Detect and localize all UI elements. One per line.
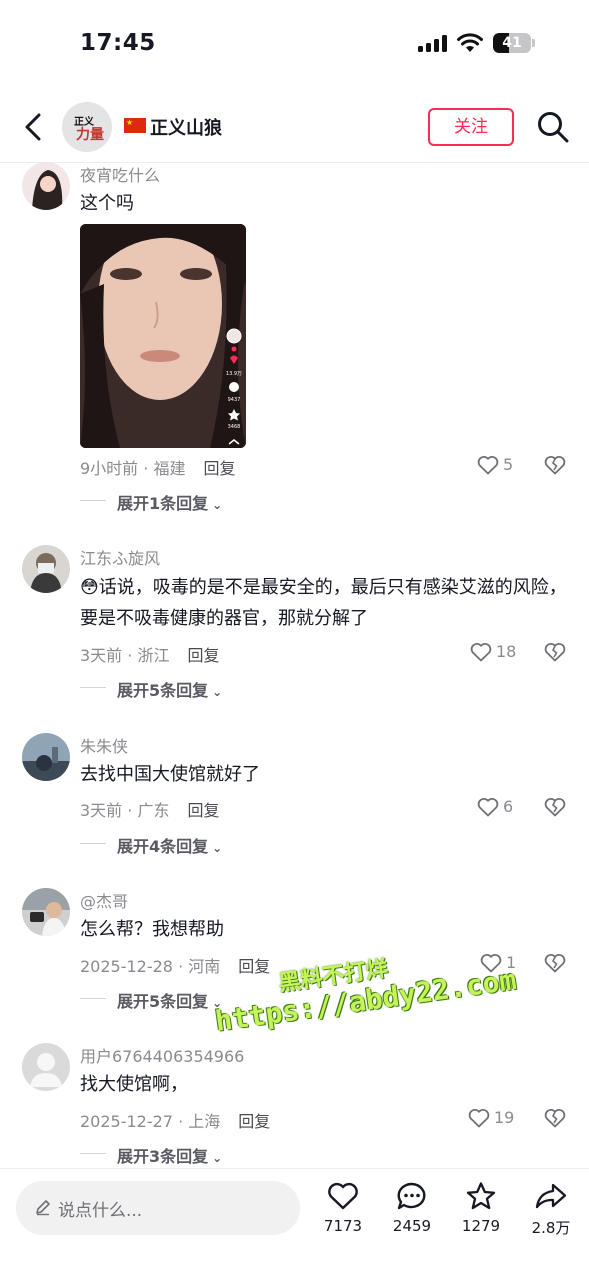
share-arrow-icon <box>535 1183 567 1209</box>
avatar[interactable] <box>22 733 70 781</box>
comment-button[interactable]: 2459 <box>382 1181 442 1261</box>
chevron-down-icon: ⌄ <box>212 498 223 512</box>
dislike-broken-heart-icon[interactable] <box>544 641 566 663</box>
avatar[interactable] <box>22 1043 70 1091</box>
comment-input[interactable]: 说点什么... <box>16 1181 300 1235</box>
expand-divider <box>80 500 106 501</box>
expand-replies-button[interactable]: 展开4条回复 ⌄ <box>117 833 222 857</box>
expand-replies-label: 展开4条回复 <box>117 837 209 856</box>
dislike-broken-heart-icon[interactable] <box>544 952 566 974</box>
expand-divider <box>80 998 106 999</box>
favorite-total: 1279 <box>461 1217 501 1235</box>
comment-meta: 2025-12-28 · 河南 回复 <box>80 953 270 977</box>
comment-username[interactable]: 朱朱侠 <box>80 733 128 757</box>
chevron-down-icon: ⌄ <box>212 841 223 855</box>
comment-total: 2459 <box>392 1217 432 1235</box>
status-bar: 17:45 41 <box>0 0 589 90</box>
comment-time-location: 2025-12-28 · 河南 <box>80 957 221 976</box>
expand-replies-button[interactable]: 展开3条回复 ⌄ <box>117 1143 222 1167</box>
back-chevron-icon[interactable] <box>20 112 48 142</box>
comment-text: 这个吗 <box>80 193 134 214</box>
comment-text: 😳话说，吸毒的是不是最安全的，最后只有感染艾滋的风险，要是不吸毒健康的器官，那就… <box>80 572 580 634</box>
video-header: 正义 力量 ★ 正义山狼 关注 <box>0 98 589 160</box>
comment-time-location: 3天前 · 浙江 <box>80 646 170 665</box>
favorite-button[interactable]: 1279 <box>451 1181 511 1261</box>
comment-username[interactable]: 用户6764406354966 <box>80 1043 244 1067</box>
share-button[interactable]: 2.8万 <box>521 1181 581 1261</box>
avatar[interactable] <box>22 545 70 593</box>
heart-icon <box>328 1182 358 1210</box>
battery-icon: 41 <box>493 33 535 53</box>
chevron-down-icon: ⌄ <box>212 685 223 699</box>
dislike-broken-heart-icon[interactable] <box>544 796 566 818</box>
comment-username[interactable]: 夜宵吃什么 <box>80 162 160 186</box>
like-heart-icon[interactable] <box>477 455 499 475</box>
expand-replies-label: 展开5条回复 <box>117 992 209 1011</box>
expand-replies-button[interactable]: 展开1条回复 ⌄ <box>117 490 222 514</box>
like-heart-icon[interactable] <box>468 1108 490 1128</box>
reply-button[interactable]: 回复 <box>238 1112 270 1131</box>
dislike-broken-heart-icon[interactable] <box>544 454 566 476</box>
like-count: 6 <box>503 797 514 816</box>
like-total: 7173 <box>323 1217 363 1235</box>
battery-level: 41 <box>502 35 522 51</box>
comment-meta: 9小时前 · 福建 回复 <box>80 455 235 479</box>
avatar[interactable] <box>22 888 70 936</box>
comment-username[interactable]: 江东ふ旋风 <box>80 545 160 569</box>
comment-time-location: 2025-12-27 · 上海 <box>80 1112 221 1131</box>
search-icon[interactable] <box>536 110 570 144</box>
china-flag-icon: ★ <box>124 118 146 133</box>
comment-bubble-icon <box>397 1182 426 1210</box>
comment-meta: 2025-12-27 · 上海 回复 <box>80 1108 270 1132</box>
channel-avatar[interactable]: 正义 力量 <box>62 102 112 152</box>
status-time: 17:45 <box>80 30 156 56</box>
like-button[interactable]: 7173 <box>313 1181 373 1261</box>
comment-time-location: 3天前 · 广东 <box>80 801 170 820</box>
comment-text-body: 话说，吸毒的是不是最安全的，最后只有感染艾滋的风险，要是不吸毒健康的器官，那就分… <box>80 577 567 629</box>
like-heart-icon[interactable] <box>470 642 492 662</box>
thumb-likes: 13.9万 <box>226 371 242 377</box>
share-total: 2.8万 <box>531 1219 571 1237</box>
comment-username[interactable]: @杰哥 <box>80 888 128 912</box>
cellular-signal-icon <box>418 35 448 52</box>
follow-button[interactable]: 关注 <box>428 108 514 146</box>
expand-replies-button[interactable]: 展开5条回复 ⌄ <box>117 988 222 1012</box>
bottom-action-bar: 说点什么... 7173 2459 1279 2.8万 <box>0 1168 589 1280</box>
comment-meta: 3天前 · 广东 回复 <box>80 797 219 821</box>
comment-video-thumbnail[interactable]: 13.9万 9437 3468 <box>80 224 246 448</box>
expand-replies-label: 展开1条回复 <box>117 494 209 513</box>
avatar[interactable] <box>22 162 70 210</box>
svg-text:力量: 力量 <box>76 126 104 143</box>
comment-text: 去找中国大使馆就好了 <box>80 764 260 785</box>
like-count: 5 <box>503 455 514 474</box>
thumb-favorites: 3468 <box>228 424 241 430</box>
comment-time-location: 9小时前 · 福建 <box>80 459 186 478</box>
wifi-icon <box>457 33 483 52</box>
expand-replies-label: 展开5条回复 <box>117 681 209 700</box>
channel-name[interactable]: 正义山狼 <box>150 114 222 140</box>
chevron-down-icon: ⌄ <box>212 1151 223 1165</box>
expand-divider <box>80 687 106 688</box>
expand-divider <box>80 843 106 844</box>
reply-button[interactable]: 回复 <box>187 646 219 665</box>
dislike-broken-heart-icon[interactable] <box>544 1107 566 1129</box>
thumb-comments: 9437 <box>228 397 241 403</box>
reply-button[interactable]: 回复 <box>203 459 235 478</box>
reply-button[interactable]: 回复 <box>238 957 270 976</box>
expand-replies-button[interactable]: 展开5条回复 ⌄ <box>117 677 222 701</box>
like-count: 18 <box>496 642 517 661</box>
expand-divider <box>80 1153 106 1154</box>
comment-meta: 3天前 · 浙江 回复 <box>80 642 219 666</box>
comment-text: 怎么帮？我想帮助 <box>80 919 224 940</box>
pencil-icon <box>36 1200 50 1216</box>
like-count: 19 <box>494 1108 515 1127</box>
reply-button[interactable]: 回复 <box>187 801 219 820</box>
emoji-flushed: 😳 <box>80 577 99 598</box>
comment-input-placeholder: 说点什么... <box>58 1201 143 1221</box>
star-icon <box>466 1182 496 1210</box>
expand-replies-label: 展开3条回复 <box>117 1147 209 1166</box>
comment-text: 找大使馆啊， <box>80 1074 188 1095</box>
like-heart-icon[interactable] <box>477 797 499 817</box>
